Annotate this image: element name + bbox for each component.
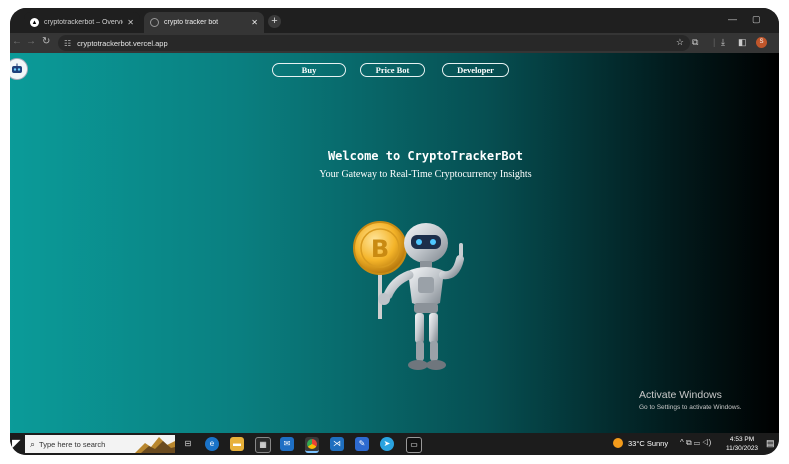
site-info-icon[interactable]: ☷ [64, 39, 71, 48]
notification-icon[interactable]: ▤ [766, 438, 775, 449]
forward-icon[interactable]: → [26, 36, 36, 47]
taskbar-search-box[interactable]: ⌕ Type here to search [25, 435, 175, 453]
taskbar-clock[interactable]: 4:53 PM 11/30/2023 [726, 435, 758, 453]
globe-icon [150, 18, 159, 27]
bot-logo-icon[interactable] [10, 58, 28, 80]
page-tagline: Your Gateway to Real-Time Cryptocurrency… [319, 169, 532, 180]
vscode-icon[interactable]: ⋊ [330, 437, 344, 451]
windows-start-icon[interactable]: ◤ [12, 437, 20, 450]
url-text[interactable]: cryptotrackerbot.vercel.app [77, 39, 167, 48]
activate-windows-watermark: Activate Windows Go to Settings to activ… [639, 389, 742, 411]
clock-date: 11/30/2023 [726, 445, 759, 452]
bookmark-star-icon[interactable]: ☆ [676, 37, 684, 48]
pen-app-icon[interactable]: ✎ [355, 437, 369, 451]
nav-buy-button[interactable]: Buy [272, 63, 346, 77]
back-icon[interactable]: ← [12, 36, 22, 47]
screenshot-frame: ▲ cryptotrackerbot – Overview – V ✕ cryp… [0, 0, 789, 464]
file-explorer-icon[interactable]: ▬ [230, 437, 244, 451]
windows-taskbar: ◤ ⌕ Type here to search ⊟ e ▬ ▦ ✉ ⋊ ✎ ➤ … [10, 433, 779, 455]
microsoft-store-icon[interactable]: ▦ [255, 437, 271, 453]
new-tab-button[interactable]: + [268, 15, 281, 28]
toolbar-divider: | [713, 37, 716, 47]
search-placeholder[interactable]: Type here to search [39, 440, 105, 449]
bitcoin-symbol: B [371, 235, 389, 263]
page-title: Welcome to CryptoTrackerBot [327, 149, 524, 163]
side-panel-icon[interactable]: ◧ [738, 37, 747, 48]
close-tab-icon[interactable]: ✕ [127, 18, 134, 27]
address-bar-row: ← → ↻ ☷ cryptotrackerbot.vercel.app ☆ ⧉ … [10, 33, 779, 53]
minimize-button[interactable]: — [728, 14, 737, 24]
task-view-icon[interactable]: ⊟ [181, 437, 195, 451]
watermark-title: Activate Windows [639, 389, 722, 401]
tab-title: cryptotrackerbot – Overview – V [44, 19, 123, 26]
webpage-content: Buy Price Bot Developer Welcome to Crypt… [10, 53, 779, 433]
watermark-subtitle: Go to Settings to activate Windows. [639, 404, 742, 411]
reload-icon[interactable]: ↻ [42, 36, 50, 47]
profile-avatar[interactable]: S [756, 37, 767, 48]
search-highlight-image-icon [135, 437, 175, 453]
vercel-icon: ▲ [30, 18, 39, 27]
edge-icon[interactable]: e [205, 437, 219, 451]
tab-overview[interactable]: ▲ cryptotrackerbot – Overview – V ✕ [24, 12, 140, 33]
robot-bitcoin-illustration: B [353, 221, 464, 370]
weather-text: 33°C Sunny [628, 438, 669, 448]
clock-time: 4:53 PM [729, 436, 755, 443]
nav-price-bot-button[interactable]: Price Bot [360, 63, 425, 77]
tab-title: crypto tracker bot [164, 19, 219, 26]
maximize-button[interactable]: ▢ [752, 14, 761, 25]
chrome-icon[interactable] [305, 437, 319, 453]
extensions-icon[interactable]: ⧉ [692, 37, 698, 48]
terminal-icon[interactable]: ▭ [406, 437, 422, 453]
browser-tab-strip: ▲ cryptotrackerbot – Overview – V ✕ cryp… [10, 8, 779, 33]
tab-crypto-tracker-bot[interactable]: crypto tracker bot ✕ [144, 12, 264, 33]
weather-widget[interactable]: 33°C Sunny [613, 438, 668, 448]
desktop-screen: ▲ cryptotrackerbot – Overview – V ✕ cryp… [10, 8, 779, 455]
search-icon: ⌕ [30, 438, 36, 449]
download-icon[interactable]: ⤓ [721, 37, 725, 48]
sun-icon [613, 438, 623, 448]
address-bar[interactable]: ☷ cryptotrackerbot.vercel.app ☆ [58, 35, 690, 51]
system-tray-icons[interactable]: ^ ⧉ ▭ ◁) [680, 438, 711, 448]
nav-developer-button[interactable]: Developer [442, 63, 509, 77]
close-tab-icon[interactable]: ✕ [251, 18, 258, 27]
telegram-icon[interactable]: ➤ [380, 437, 394, 451]
mail-icon[interactable]: ✉ [280, 437, 294, 451]
